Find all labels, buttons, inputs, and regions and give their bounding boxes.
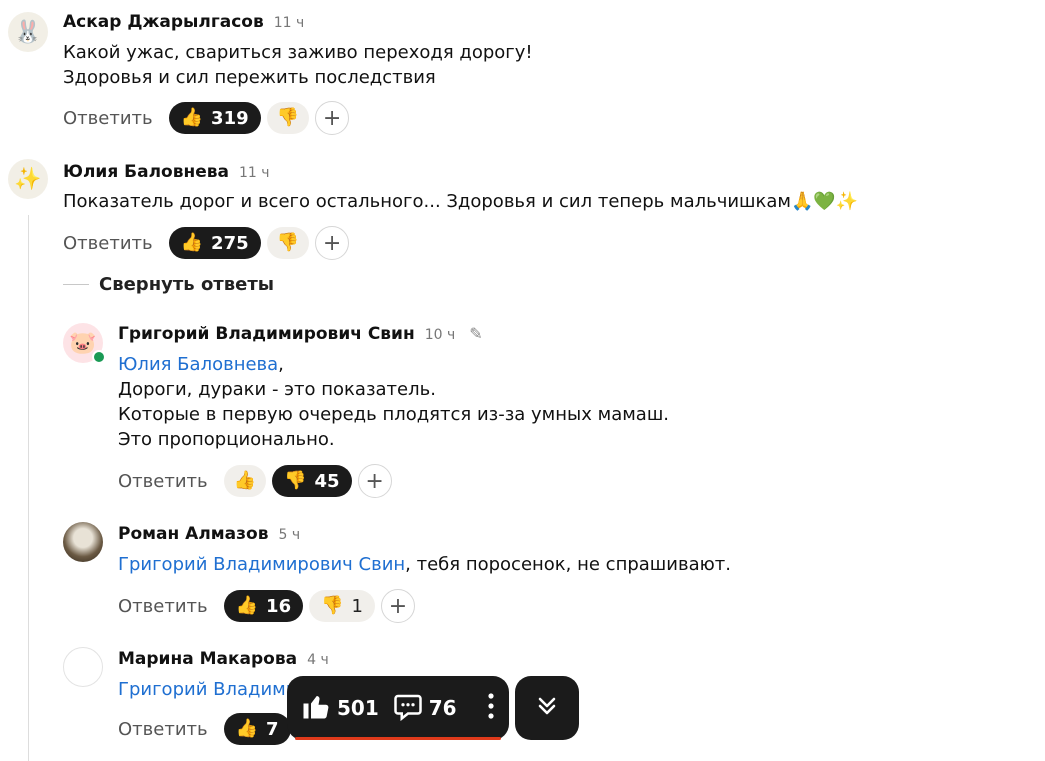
comment-text: Григорий Владимирович Свин, тебя поросен… xyxy=(118,552,731,577)
divider xyxy=(63,284,89,285)
reply-button[interactable]: Ответить xyxy=(118,471,208,492)
add-reaction-button[interactable]: + xyxy=(315,226,350,260)
reply-button[interactable]: Ответить xyxy=(118,719,208,740)
comment-bubble-icon xyxy=(393,691,423,726)
reply-button[interactable]: Ответить xyxy=(63,108,153,129)
add-reaction-button[interactable]: + xyxy=(357,464,392,498)
comments-button[interactable]: 76 xyxy=(393,691,457,726)
thumbs-up-icon: 👍 xyxy=(180,107,204,128)
comment-author[interactable]: Юлия Баловнева xyxy=(63,162,229,182)
like-button[interactable]: 👍 xyxy=(223,465,267,497)
comment-text: Показатель дорог и всего остального... З… xyxy=(63,189,858,214)
read-progress-bar xyxy=(295,737,501,740)
comment-line: Это пропорционально. xyxy=(118,429,335,450)
thread-line xyxy=(28,215,29,761)
dislike-button[interactable]: 👎 45 xyxy=(272,465,352,497)
comment-time: 11 ч xyxy=(238,165,270,181)
comment-time: 11 ч xyxy=(273,15,305,31)
floating-action-bar: 501 76 xyxy=(287,676,509,740)
thumbs-down-icon: 👎 xyxy=(276,232,300,253)
mention-suffix: , xyxy=(278,354,284,375)
thumbs-up-icon: 👍 xyxy=(233,470,257,491)
like-count: 7 xyxy=(266,718,279,740)
add-reaction-button[interactable]: + xyxy=(380,589,415,623)
sparkles-icon: ✨ xyxy=(14,166,42,192)
like-button[interactable]: 👍 275 xyxy=(168,227,261,259)
thumbs-up-icon: 👍 xyxy=(235,718,259,739)
comment-time: 5 ч xyxy=(278,527,301,543)
comment-text: Юлия Баловнева, Дороги, дураки - это пок… xyxy=(118,352,669,452)
comment-line: Дороги, дураки - это показатель. xyxy=(118,379,436,400)
comment-author[interactable]: Григорий Владимирович Свин xyxy=(118,324,415,344)
like-count: 16 xyxy=(266,595,292,617)
like-button[interactable]: 👍 319 xyxy=(168,102,261,134)
like-count: 275 xyxy=(211,232,249,254)
thumbs-up-icon xyxy=(301,691,331,726)
comment-line: Которые в первую очередь плодятся из-за … xyxy=(118,404,670,425)
comment-line: , тебя поросенок, не спрашивают. xyxy=(405,554,731,575)
comment-line: Показатель дорог и всего остального... З… xyxy=(63,191,859,212)
mention-link[interactable]: Юлия Баловнева xyxy=(118,354,278,375)
thumbs-up-icon: 👍 xyxy=(235,595,259,616)
reply-button[interactable]: Ответить xyxy=(63,233,153,254)
edited-pencil-icon: ✎ xyxy=(469,324,483,343)
dislike-button[interactable]: 👎 xyxy=(266,227,310,259)
avatar[interactable]: 🐰 xyxy=(8,12,48,52)
plus-icon: + xyxy=(388,593,408,619)
add-reaction-button[interactable]: + xyxy=(315,101,350,135)
comment-time: 4 ч xyxy=(307,652,329,668)
comment-line: Какой ужас, свариться заживо переходя до… xyxy=(63,42,533,63)
thumbs-down-icon: 👎 xyxy=(321,595,344,616)
article-like-button[interactable]: 501 xyxy=(301,691,379,726)
thumbs-down-icon: 👎 xyxy=(284,470,307,491)
comment-text: Григорий Владими xyxy=(118,677,297,702)
online-status-dot xyxy=(92,350,106,364)
like-button[interactable]: 👍 16 xyxy=(223,590,304,622)
rabbit-icon: 🐰 xyxy=(14,19,42,45)
dislike-button[interactable]: 👎 xyxy=(266,102,310,134)
scroll-down-button[interactable] xyxy=(515,676,579,740)
reply-button[interactable]: Ответить xyxy=(118,596,208,617)
thumbs-up-icon: 👍 xyxy=(180,232,204,253)
dislike-button[interactable]: 👎 1 xyxy=(309,590,375,622)
dislike-count: 45 xyxy=(314,470,340,492)
thumbs-down-icon: 👎 xyxy=(276,107,300,128)
mention-link[interactable]: Григорий Владимирович Свин xyxy=(118,554,405,575)
collapse-replies-label: Свернуть ответы xyxy=(99,274,275,295)
avatar[interactable]: 🐷 xyxy=(63,323,106,364)
like-count: 319 xyxy=(211,107,249,129)
more-options-icon[interactable] xyxy=(487,692,495,724)
comment-author[interactable]: Роман Алмазов xyxy=(118,524,268,544)
dislike-count: 1 xyxy=(351,595,363,617)
article-like-count: 501 xyxy=(337,696,379,720)
avatar[interactable] xyxy=(63,647,103,687)
plus-icon: + xyxy=(322,105,342,131)
comments-count: 76 xyxy=(428,696,457,720)
double-chevron-down-icon xyxy=(535,694,559,722)
avatar[interactable]: ✨ xyxy=(8,159,48,199)
avatar[interactable] xyxy=(63,522,103,562)
plus-icon: + xyxy=(365,468,384,494)
comment-text: Какой ужас, свариться заживо переходя до… xyxy=(63,40,533,90)
like-button[interactable]: 👍 7 xyxy=(223,713,291,745)
comment-line: Здоровья и сил пережить последствия xyxy=(63,67,436,88)
mention-link[interactable]: Григорий Владими xyxy=(118,679,297,700)
comment-author[interactable]: Марина Макарова xyxy=(118,649,297,669)
comment-author[interactable]: Аскар Джарылгасов xyxy=(63,12,264,32)
plus-icon: + xyxy=(322,230,342,256)
collapse-replies-button[interactable]: Свернуть ответы xyxy=(63,274,274,295)
comment-time: 10 ч xyxy=(424,327,456,343)
